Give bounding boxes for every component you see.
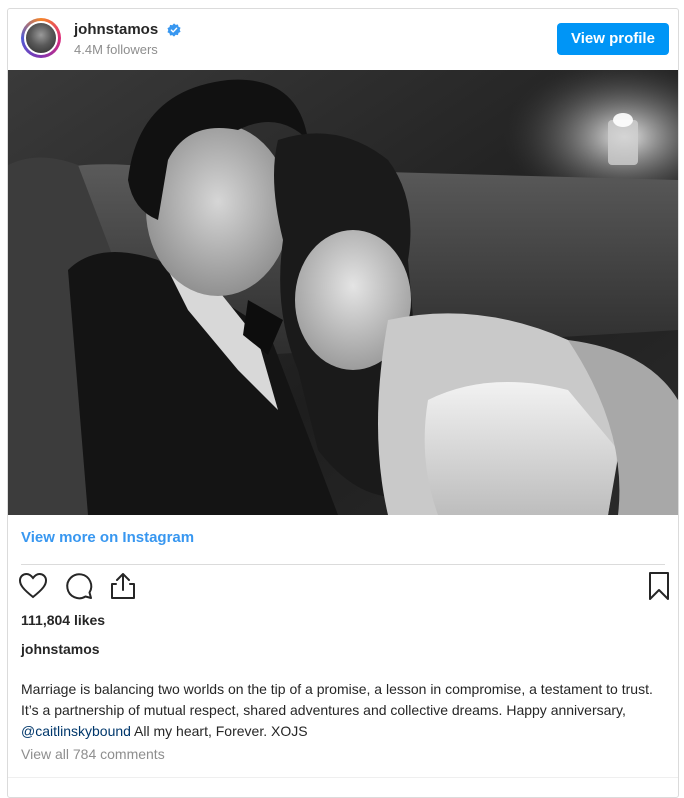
share-icon[interactable] xyxy=(108,571,138,601)
heart-icon[interactable] xyxy=(18,571,48,601)
comment-icon[interactable] xyxy=(64,571,94,601)
divider xyxy=(21,564,665,565)
view-profile-button[interactable]: View profile xyxy=(557,23,669,55)
bookmark-icon[interactable] xyxy=(644,571,674,601)
avatar-image xyxy=(24,21,58,55)
verified-badge-icon xyxy=(167,23,181,37)
username[interactable]: johnstamos xyxy=(74,21,158,38)
caption-mention-link[interactable]: @caitlinskybound xyxy=(21,723,131,739)
post-photo-image xyxy=(8,70,678,515)
view-comments-link[interactable]: View all 784 comments xyxy=(21,746,165,762)
instagram-embed: johnstamos 4.4M followers View profile V… xyxy=(7,8,679,798)
bottom-divider xyxy=(8,777,678,778)
view-more-link[interactable]: View more on Instagram xyxy=(21,529,194,546)
user-block: johnstamos 4.4M followers xyxy=(74,21,181,57)
caption-text-part-1: Marriage is balancing two worlds on the … xyxy=(21,681,653,718)
caption-text: Marriage is balancing two worlds on the … xyxy=(21,679,661,742)
post-header: johnstamos 4.4M followers View profile xyxy=(8,9,678,69)
post-photo[interactable] xyxy=(8,70,678,515)
followers-count: 4.4M followers xyxy=(74,42,158,57)
avatar[interactable] xyxy=(21,18,61,58)
likes-count[interactable]: 111,804 likes xyxy=(21,612,105,628)
caption-text-part-2: All my heart, Forever. XOJS xyxy=(130,723,308,739)
action-bar xyxy=(18,571,669,603)
caption-username[interactable]: johnstamos xyxy=(21,641,100,657)
